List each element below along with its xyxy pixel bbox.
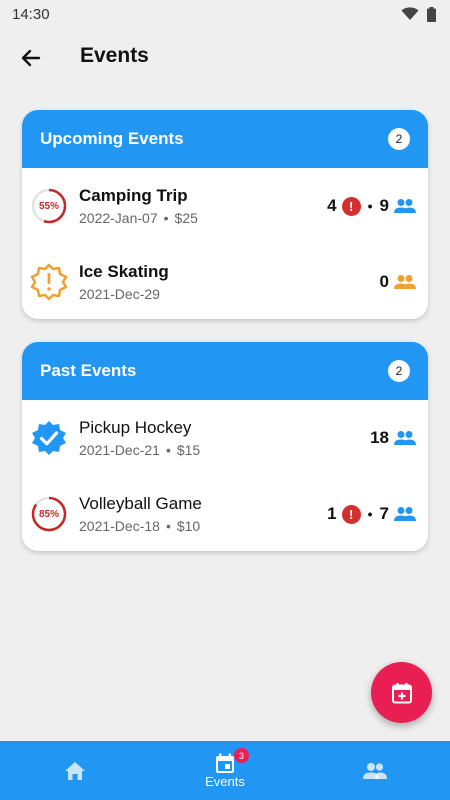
event-row-volleyball-game[interactable]: 85% Volleyball Game 2021-Dec-18 • $10 1 ! … [22, 476, 428, 551]
event-stats: 1 ! • 7 [327, 504, 416, 524]
status-icons [401, 6, 436, 22]
people-icon [394, 275, 416, 289]
separator: • [163, 209, 169, 226]
people-icon [394, 431, 416, 445]
past-events-card: Past Events 2 Pickup Hockey 2021-Dec-21 •… [22, 342, 428, 551]
battery-icon [427, 6, 436, 22]
nav-events-label: Events [205, 773, 245, 789]
events-badge: 3 [234, 748, 249, 763]
separator: • [165, 441, 171, 458]
nav-people[interactable] [300, 741, 450, 800]
upcoming-events-title: Upcoming Events [40, 129, 184, 148]
verified-badge-icon [30, 419, 68, 457]
separator: • [165, 517, 171, 534]
upcoming-events-card: Upcoming Events 2 55% Camping Trip 2022-… [22, 110, 428, 319]
progress-percent: 85% [38, 508, 59, 520]
warning-badge-icon [30, 263, 68, 301]
calendar-add-icon [391, 682, 412, 703]
nav-home[interactable] [0, 741, 150, 800]
event-details: 2021-Dec-29 [79, 284, 380, 304]
event-stats: 4 ! • 9 [327, 196, 416, 216]
arrow-back-icon [21, 49, 41, 67]
event-details: 2021-Dec-18 • $10 [79, 516, 327, 536]
event-title: Volleyball Game [79, 493, 202, 513]
stats-separator: • [367, 198, 373, 214]
event-row-pickup-hockey[interactable]: Pickup Hockey 2021-Dec-21 • $15 18 [22, 400, 428, 476]
people-icon [394, 507, 416, 521]
app-bar: Events [0, 28, 450, 86]
event-title: Camping Trip [79, 185, 188, 205]
people-icon [394, 199, 416, 213]
attendee-count: 9 [379, 196, 389, 215]
event-date: 2021-Dec-21 [79, 441, 160, 458]
past-events-title: Past Events [40, 361, 137, 380]
progress-percent: 55% [38, 200, 59, 212]
home-icon [65, 761, 85, 780]
event-details: 2022-Jan-07 • $25 [79, 208, 327, 228]
upcoming-count-badge: 2 [388, 128, 410, 150]
wifi-icon [401, 7, 419, 20]
alert-icon: ! [341, 504, 361, 524]
event-stats: 18 [370, 428, 416, 448]
progress-ring: 55% [30, 187, 68, 225]
event-stats: 0 [380, 272, 416, 292]
alert-count: 1 [327, 504, 337, 523]
past-count-badge: 2 [388, 360, 410, 382]
event-price: $10 [176, 517, 201, 534]
event-title: Ice Skating [79, 261, 169, 281]
nav-events[interactable]: 3 Events [150, 741, 300, 800]
upcoming-events-header: Upcoming Events 2 [22, 110, 428, 168]
event-title: Pickup Hockey [79, 417, 192, 437]
add-event-fab[interactable] [371, 662, 432, 723]
event-row-camping-trip[interactable]: 55% Camping Trip 2022-Jan-07 • $25 4 ! • 9 [22, 168, 428, 244]
attendee-count: 0 [379, 272, 389, 291]
back-button[interactable] [16, 43, 46, 73]
attendee-count: 18 [370, 428, 389, 447]
alert-icon: ! [341, 196, 361, 216]
event-date: 2022-Jan-07 [79, 209, 158, 226]
event-date: 2021-Dec-29 [79, 285, 160, 302]
past-events-header: Past Events 2 [22, 342, 428, 400]
event-details: 2021-Dec-21 • $15 [79, 440, 370, 460]
calendar-icon [216, 753, 234, 773]
event-price: $15 [176, 441, 201, 458]
alert-count: 4 [327, 196, 337, 215]
status-time: 14:30 [12, 5, 50, 23]
stats-separator: • [367, 506, 373, 522]
event-date: 2021-Dec-18 [79, 517, 160, 534]
page-title: Events [80, 44, 149, 67]
people-icon [363, 762, 387, 779]
progress-ring: 85% [30, 495, 68, 533]
event-row-ice-skating[interactable]: Ice Skating 2021-Dec-29 0 [22, 244, 428, 319]
attendee-count: 7 [379, 504, 389, 523]
status-bar: 14:30 [0, 0, 450, 28]
event-price: $25 [174, 209, 198, 226]
bottom-nav: 3 Events [0, 741, 450, 800]
